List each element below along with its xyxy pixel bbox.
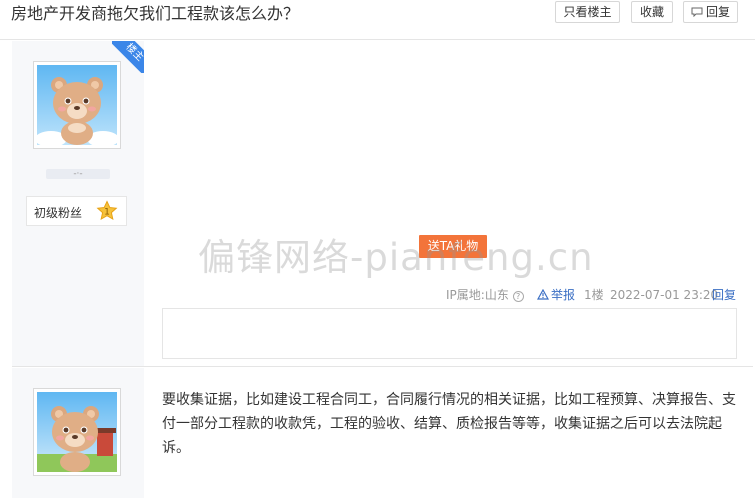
post-content: 要收集证据，比如建设工程合同工，合同履行情况的相关证据，比如工程预算、决算报告、… <box>162 392 736 456</box>
post-reply-link[interactable]: 回复 <box>712 287 736 303</box>
warning-icon <box>537 289 549 300</box>
comment-icon <box>691 7 703 17</box>
author-sidebar: 楼主 -·- 初级粉丝 1 <box>12 41 144 366</box>
post-floor-2: 要收集证据，比如建设工程合同工，合同履行情况的相关证据，比如工程预算、决算报告、… <box>12 368 753 498</box>
ip-location: IP属地:山东 ? <box>446 287 524 303</box>
level-number: 1 <box>104 208 110 218</box>
floor-number: 1楼 <box>584 288 604 302</box>
post-floor-1: 楼主 -·- 初级粉丝 1 送TA礼物 偏锋网络-pianfeng.cn IP属… <box>12 41 753 367</box>
op-badge-label: 楼主 <box>112 41 144 73</box>
level-star-icon: 1 <box>96 200 118 220</box>
thread-title: 房地产开发商拖欠我们工程款该怎么办？ <box>11 4 300 23</box>
watermark-text: 偏锋网络-pianfeng.cn <box>198 236 594 279</box>
question-icon[interactable]: ? <box>512 291 524 302</box>
bear-avatar-image <box>37 392 117 472</box>
username[interactable]: -·- <box>46 169 110 179</box>
reply-button-label: 回复 <box>705 5 730 19</box>
post-time: 2022-07-01 23:20 <box>610 288 719 302</box>
author-sidebar <box>12 368 144 498</box>
report-link[interactable]: 举报 <box>537 287 575 303</box>
fan-level-badge[interactable]: 初级粉丝 1 <box>26 196 127 226</box>
avatar[interactable] <box>33 61 121 149</box>
op-badge: 楼主 <box>112 41 144 73</box>
ip-location-label: IP属地:山东 <box>446 288 509 302</box>
bear-avatar-image <box>37 65 117 145</box>
report-label: 举报 <box>551 288 576 302</box>
only-op-button[interactable]: 只看楼主 <box>555 1 620 23</box>
avatar[interactable] <box>33 388 121 476</box>
favorite-button[interactable]: 收藏 <box>631 1 673 23</box>
thread-header: 房地产开发商拖欠我们工程款该怎么办？ 只看楼主 收藏 回复 <box>0 0 755 40</box>
fan-level-label: 初级粉丝 <box>34 206 83 220</box>
reply-button[interactable]: 回复 <box>683 1 738 23</box>
lzl-reply-box[interactable] <box>162 308 737 359</box>
username-text: -·- <box>73 169 83 179</box>
